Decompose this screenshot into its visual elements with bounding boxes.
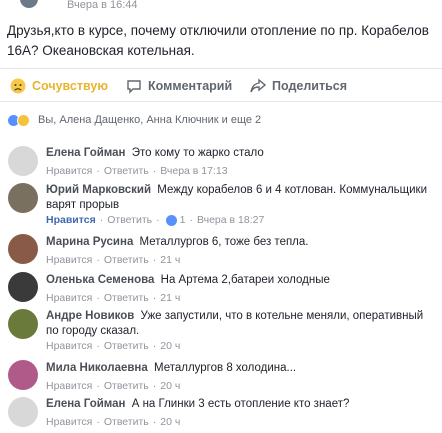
meta-separator: · bbox=[189, 214, 193, 226]
share-button[interactable]: Поделиться bbox=[250, 77, 347, 95]
meta-separator: · bbox=[96, 416, 100, 428]
author-avatar[interactable] bbox=[20, 0, 38, 8]
comment-body: Юрий Марковский Между корабелов 6 и 4 ко… bbox=[46, 183, 436, 213]
comment-time[interactable]: 20 ч bbox=[160, 416, 180, 428]
comment-meta: Нравится · Ответить · 1 · Вчера в 18:27 bbox=[46, 214, 264, 226]
meta-separator: · bbox=[152, 380, 157, 392]
comment-body: Мила Николаевна Металлургов 8 холодина..… bbox=[46, 361, 436, 376]
meta-separator: · bbox=[152, 165, 157, 177]
like-link[interactable]: Нравится bbox=[46, 416, 92, 428]
share-label: Поделиться bbox=[272, 79, 348, 93]
comment-meta: Нравится · Ответить · 21 ч bbox=[46, 292, 180, 304]
comment-body: Елена Гойман Это кому то жарко стало bbox=[46, 146, 436, 161]
meta-separator: · bbox=[152, 416, 157, 428]
reply-link[interactable]: Ответить bbox=[104, 340, 149, 352]
meta-separator: · bbox=[96, 165, 100, 177]
comment-author[interactable]: Елена Гойман bbox=[46, 398, 126, 410]
meta-separator: · bbox=[156, 214, 160, 226]
meta-separator: · bbox=[152, 254, 157, 266]
post-header: Вчера в 16:44 bbox=[0, 0, 442, 14]
sympathize-button[interactable]: Сочувствую bbox=[10, 77, 108, 95]
comment-label: Комментарий bbox=[148, 79, 233, 93]
comment-icon bbox=[127, 80, 141, 94]
like-link[interactable]: Нравится bbox=[46, 214, 96, 226]
comment-time[interactable]: 20 ч bbox=[160, 340, 180, 352]
like-link[interactable]: Нравится bbox=[46, 254, 92, 266]
avatar[interactable] bbox=[8, 234, 38, 264]
like-link[interactable]: Нравится bbox=[46, 292, 92, 304]
likes-count-value: 1 bbox=[179, 214, 186, 226]
sympathize-label: Сочувствую bbox=[32, 79, 109, 93]
comment-text: Металлургов 6, тоже без тепла. bbox=[139, 236, 309, 248]
comment-text: Металлургов 8 холодина... bbox=[153, 362, 297, 374]
reply-link[interactable]: Ответить bbox=[107, 214, 152, 226]
comment-meta: Нравится · Ответить · 20 ч bbox=[46, 416, 180, 428]
comment-time[interactable]: Вчера в 17:13 bbox=[160, 165, 227, 177]
meta-separator: · bbox=[96, 254, 100, 266]
reply-link[interactable]: Ответить bbox=[104, 416, 149, 428]
meta-separator: · bbox=[96, 380, 100, 392]
avatar[interactable] bbox=[8, 360, 38, 390]
comment-author[interactable]: Оленька Семенова bbox=[46, 274, 154, 286]
comment-meta: Нравится · Ответить · 21 ч bbox=[46, 254, 180, 266]
action-bar: Сочувствую Комментарий Поделиться bbox=[0, 68, 442, 102]
reply-link[interactable]: Ответить bbox=[104, 254, 149, 266]
comment-text: Это кому то жарко стало bbox=[131, 147, 264, 159]
reply-link[interactable]: Ответить bbox=[104, 292, 149, 304]
comment-author[interactable]: Марина Русина bbox=[46, 236, 133, 248]
avatar[interactable] bbox=[8, 397, 38, 427]
avatar[interactable] bbox=[8, 146, 38, 176]
comment-author[interactable]: Юрий Марковский bbox=[46, 184, 151, 196]
comment-time[interactable]: 20 ч bbox=[160, 380, 180, 392]
comment-meta: Нравится · Ответить · 20 ч bbox=[46, 340, 180, 352]
sad-reaction-icon bbox=[17, 113, 30, 127]
comment-meta: Нравится · Ответить · 20 ч bbox=[46, 380, 180, 392]
like-link[interactable]: Нравится bbox=[46, 165, 92, 177]
comment-text: На Артема 2,батареи холодные bbox=[160, 274, 330, 286]
meta-separator: · bbox=[96, 340, 100, 352]
comment-meta: Нравится · Ответить · Вчера в 17:13 bbox=[46, 165, 228, 177]
comment-author[interactable]: Елена Гойман bbox=[46, 147, 126, 159]
comment-author[interactable]: Мила Николаевна bbox=[46, 362, 148, 374]
meta-separator: · bbox=[152, 340, 157, 352]
comment-body: Марина Русина Металлургов 6, тоже без те… bbox=[46, 235, 436, 250]
avatar[interactable] bbox=[8, 309, 38, 339]
share-icon bbox=[250, 78, 266, 93]
comment-text: А на Глинки 3 есть отопление кто знает? bbox=[131, 398, 350, 410]
like-link[interactable]: Нравится bbox=[46, 340, 92, 352]
meta-separator: · bbox=[99, 214, 104, 226]
like-reaction-icon bbox=[165, 214, 177, 226]
comment-body: Андре Новиков Уже запустили, что в котел… bbox=[46, 309, 436, 339]
reply-link[interactable]: Ответить bbox=[104, 165, 149, 177]
comment-body: Оленька Семенова На Артема 2,батареи хол… bbox=[46, 273, 436, 288]
meta-separator: · bbox=[96, 292, 100, 304]
sad-face-icon bbox=[10, 78, 26, 94]
avatar[interactable] bbox=[8, 272, 38, 302]
comment-author[interactable]: Андре Новиков bbox=[46, 310, 134, 322]
comment-time[interactable]: Вчера в 18:27 bbox=[197, 214, 264, 226]
like-link[interactable]: Нравится bbox=[46, 380, 92, 392]
reactions-text: Вы, Алена Дащенко, Анна Ключник и еще 2 bbox=[38, 114, 262, 126]
meta-separator: · bbox=[152, 292, 157, 304]
reply-link[interactable]: Ответить bbox=[104, 380, 149, 392]
likes-count[interactable]: 1 bbox=[165, 214, 186, 226]
post-time[interactable]: Вчера в 16:44 bbox=[67, 0, 138, 11]
post-text: Друзья,кто в курсе, почему отключили ото… bbox=[7, 23, 429, 58]
comment-button[interactable]: Комментарий bbox=[126, 77, 232, 95]
comment-time[interactable]: 21 ч bbox=[160, 254, 180, 266]
comment-body: Елена Гойман А на Глинки 3 есть отоплени… bbox=[46, 397, 436, 412]
comment-time[interactable]: 21 ч bbox=[160, 292, 180, 304]
avatar[interactable] bbox=[8, 183, 38, 213]
reactions-summary[interactable]: Вы, Алена Дащенко, Анна Ключник и еще 2 bbox=[7, 112, 261, 128]
